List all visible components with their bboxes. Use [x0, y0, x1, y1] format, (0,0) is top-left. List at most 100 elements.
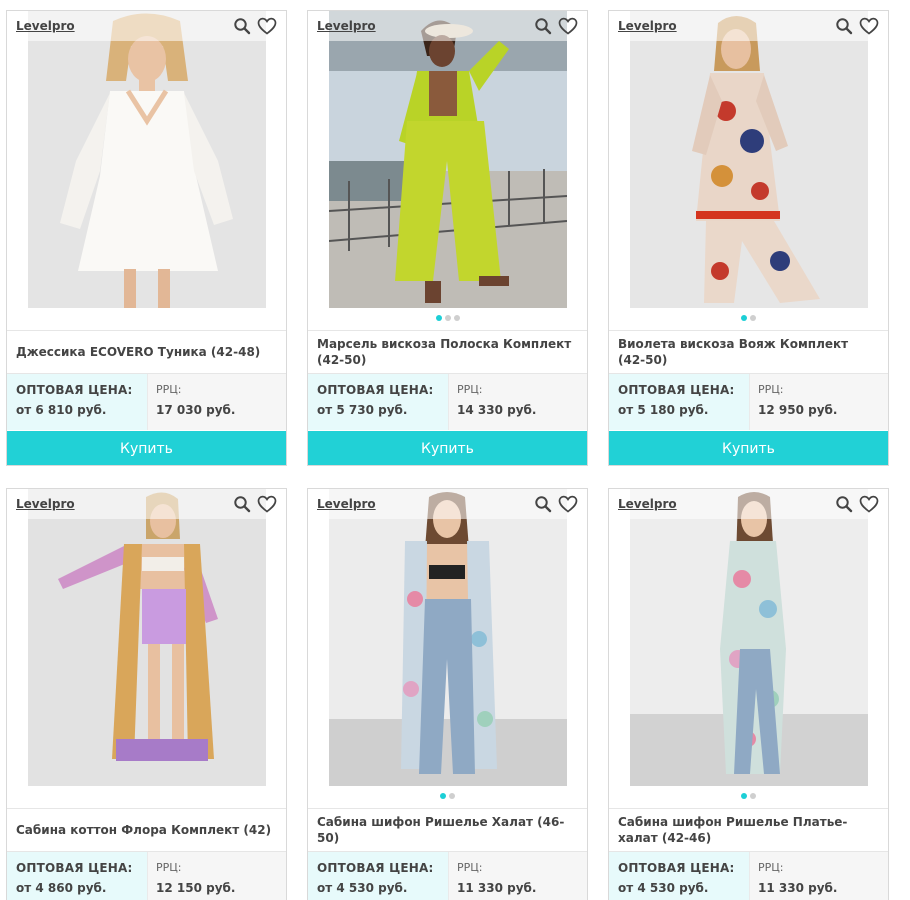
carousel-dot[interactable]: [453, 315, 460, 321]
brand-link[interactable]: Levelpro: [16, 497, 75, 511]
wholesale-value: от 4 530 руб.: [618, 881, 709, 895]
buy-button[interactable]: Купить: [308, 431, 587, 465]
rrc-label: РРЦ:: [758, 383, 784, 396]
carousel-dot[interactable]: [449, 793, 455, 799]
card-topbar: Levelpro: [609, 489, 888, 519]
product-card[interactable]: Levelpro Марсель вискоза Полоска Комплек…: [307, 10, 588, 466]
price-block: ОПТОВАЯ ЦЕНА: от 4 530 руб. РРЦ: 11 330 …: [609, 852, 888, 900]
card-topbar: Levelpro: [308, 11, 587, 41]
product-title[interactable]: Сабина шифон Ришелье Халат (46-50): [308, 808, 587, 852]
wholesale-price: ОПТОВАЯ ЦЕНА: от 4 530 руб.: [609, 852, 749, 900]
carousel-dot[interactable]: [741, 315, 747, 321]
wholesale-price: ОПТОВАЯ ЦЕНА: от 4 530 руб.: [308, 852, 448, 900]
card-topbar: Levelpro: [308, 489, 587, 519]
rrc-price: РРЦ: 17 030 руб.: [147, 374, 286, 430]
wholesale-price: ОПТОВАЯ ЦЕНА: от 5 180 руб.: [609, 374, 749, 430]
product-card[interactable]: Levelpro Сабина шифон Ришелье Платье-хал…: [608, 488, 889, 900]
wholesale-label: ОПТОВАЯ ЦЕНА:: [317, 383, 434, 397]
rrc-value: 12 150 руб.: [156, 881, 236, 895]
product-card[interactable]: Levelpro Джессика ECOVERO Туника (42-48)…: [6, 10, 287, 466]
heart-icon[interactable]: [257, 17, 277, 35]
wholesale-value: от 5 730 руб.: [317, 403, 408, 417]
product-title[interactable]: Виолета вискоза Вояж Комплект (42-50): [609, 330, 888, 374]
heart-icon[interactable]: [257, 495, 277, 513]
rrc-value: 11 330 руб.: [758, 881, 838, 895]
wholesale-value: от 4 860 руб.: [16, 881, 107, 895]
carousel-dot[interactable]: [440, 793, 446, 799]
rrc-price: РРЦ: 12 950 руб.: [749, 374, 888, 430]
search-icon[interactable]: [835, 17, 853, 35]
search-icon[interactable]: [233, 17, 251, 35]
carousel-dot[interactable]: [750, 793, 756, 799]
price-block: ОПТОВАЯ ЦЕНА: от 5 730 руб. РРЦ: 14 330 …: [308, 374, 587, 430]
wholesale-price: ОПТОВАЯ ЦЕНА: от 5 730 руб.: [308, 374, 448, 430]
heart-icon[interactable]: [558, 495, 578, 513]
price-block: ОПТОВАЯ ЦЕНА: от 5 180 руб. РРЦ: 12 950 …: [609, 374, 888, 430]
wholesale-label: ОПТОВАЯ ЦЕНА:: [618, 383, 735, 397]
product-photo[interactable]: [28, 11, 266, 308]
wholesale-value: от 4 530 руб.: [317, 881, 408, 895]
search-icon[interactable]: [534, 17, 552, 35]
wholesale-price: ОПТОВАЯ ЦЕНА: от 4 860 руб.: [7, 852, 147, 900]
product-title[interactable]: Марсель вискоза Полоска Комплект (42-50): [308, 330, 587, 374]
rrc-price: РРЦ: 11 330 руб.: [448, 852, 587, 900]
search-icon[interactable]: [835, 495, 853, 513]
wholesale-label: ОПТОВАЯ ЦЕНА:: [16, 861, 133, 875]
product-photo[interactable]: [630, 489, 868, 786]
brand-link[interactable]: Levelpro: [16, 19, 75, 33]
buy-button[interactable]: Купить: [609, 431, 888, 465]
card-topbar: Levelpro: [7, 11, 286, 41]
carousel-dot[interactable]: [444, 315, 451, 321]
rrc-price: РРЦ: 14 330 руб.: [448, 374, 587, 430]
rrc-value: 14 330 руб.: [457, 403, 537, 417]
brand-link[interactable]: Levelpro: [618, 19, 677, 33]
wholesale-value: от 6 810 руб.: [16, 403, 107, 417]
price-block: ОПТОВАЯ ЦЕНА: от 4 860 руб. РРЦ: 12 150 …: [7, 852, 286, 900]
wholesale-label: ОПТОВАЯ ЦЕНА:: [317, 861, 434, 875]
rrc-label: РРЦ:: [156, 383, 182, 396]
rrc-price: РРЦ: 12 150 руб.: [147, 852, 286, 900]
card-topbar: Levelpro: [609, 11, 888, 41]
product-card[interactable]: Levelpro Сабина коттон Флора Комплект (4…: [6, 488, 287, 900]
product-photo[interactable]: [630, 11, 868, 308]
brand-link[interactable]: Levelpro: [317, 19, 376, 33]
carousel-dot[interactable]: [435, 315, 442, 321]
rrc-value: 12 950 руб.: [758, 403, 838, 417]
product-photo[interactable]: [329, 11, 567, 308]
carousel-dots: [308, 315, 587, 321]
carousel-dots: [308, 793, 587, 799]
heart-icon[interactable]: [859, 17, 879, 35]
product-photo[interactable]: [28, 489, 266, 786]
search-icon[interactable]: [233, 495, 251, 513]
carousel-dots: [609, 315, 888, 321]
product-title[interactable]: Сабина коттон Флора Комплект (42): [7, 808, 286, 852]
product-card[interactable]: Levelpro Сабина шифон Ришелье Халат (46-…: [307, 488, 588, 900]
search-icon[interactable]: [534, 495, 552, 513]
wholesale-value: от 5 180 руб.: [618, 403, 709, 417]
rrc-label: РРЦ:: [156, 861, 182, 874]
rrc-value: 11 330 руб.: [457, 881, 537, 895]
rrc-value: 17 030 руб.: [156, 403, 236, 417]
price-block: ОПТОВАЯ ЦЕНА: от 4 530 руб. РРЦ: 11 330 …: [308, 852, 587, 900]
product-photo[interactable]: [329, 489, 567, 786]
card-topbar: Levelpro: [7, 489, 286, 519]
rrc-label: РРЦ:: [457, 383, 483, 396]
wholesale-price: ОПТОВАЯ ЦЕНА: от 6 810 руб.: [7, 374, 147, 430]
wholesale-label: ОПТОВАЯ ЦЕНА:: [618, 861, 735, 875]
rrc-price: РРЦ: 11 330 руб.: [749, 852, 888, 900]
carousel-dots: [609, 793, 888, 799]
brand-link[interactable]: Levelpro: [618, 497, 677, 511]
buy-button[interactable]: Купить: [7, 431, 286, 465]
heart-icon[interactable]: [558, 17, 578, 35]
rrc-label: РРЦ:: [758, 861, 784, 874]
product-title[interactable]: Джессика ECOVERO Туника (42-48): [7, 330, 286, 374]
price-block: ОПТОВАЯ ЦЕНА: от 6 810 руб. РРЦ: 17 030 …: [7, 374, 286, 430]
product-title[interactable]: Сабина шифон Ришелье Платье-халат (42-46…: [609, 808, 888, 852]
brand-link[interactable]: Levelpro: [317, 497, 376, 511]
heart-icon[interactable]: [859, 495, 879, 513]
carousel-dot[interactable]: [750, 315, 756, 321]
product-card[interactable]: Levelpro Виолета вискоза Вояж Комплект (…: [608, 10, 889, 466]
carousel-dot[interactable]: [741, 793, 747, 799]
rrc-label: РРЦ:: [457, 861, 483, 874]
wholesale-label: ОПТОВАЯ ЦЕНА:: [16, 383, 133, 397]
